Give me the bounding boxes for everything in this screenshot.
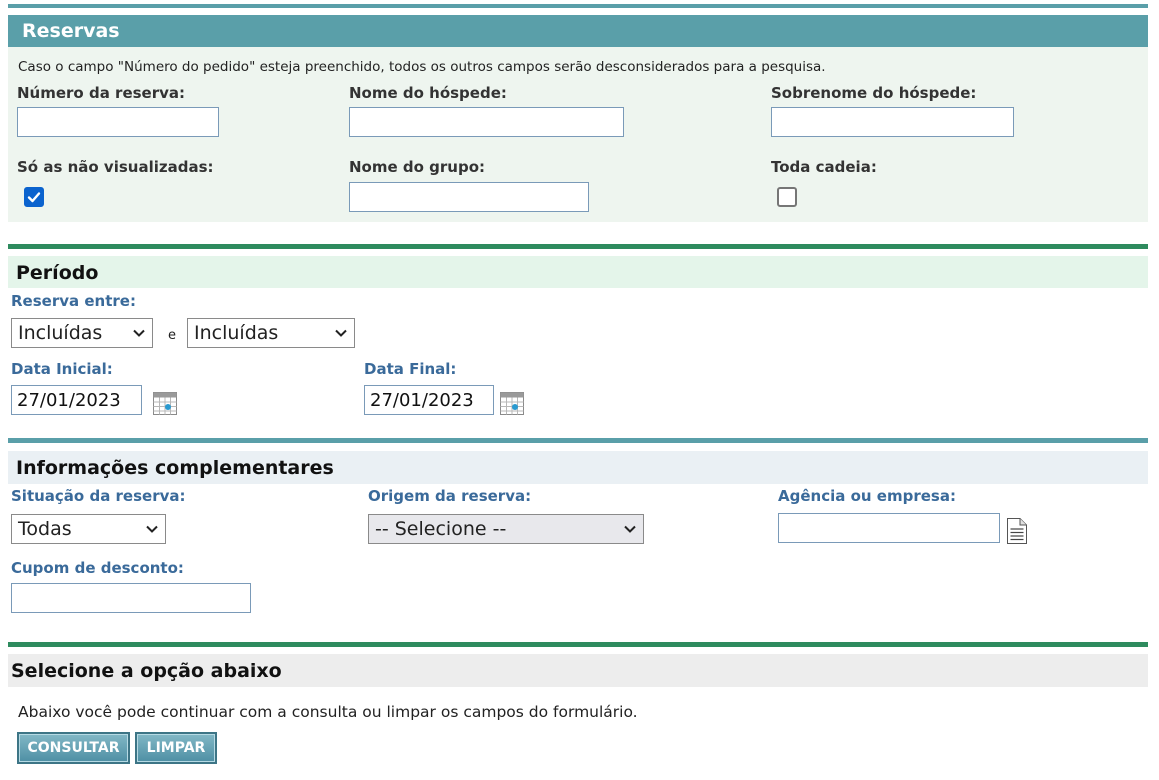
numero-reserva-label: Número da reserva: [17,84,186,102]
limpar-button[interactable]: LIMPAR [135,732,217,764]
origem-reserva-label: Origem da reserva: [368,487,532,505]
data-final-input[interactable] [364,385,494,415]
toda-cadeia-checkbox[interactable] [777,187,797,207]
complementares-divider [8,438,1148,443]
numero-reserva-input[interactable] [17,107,219,137]
top-accent-line [8,4,1148,8]
reserva-entre-select-1[interactable]: Incluídas [11,318,153,348]
periodo-divider [8,244,1148,249]
data-inicial-label: Data Inicial: [11,360,113,378]
periodo-header: Período [8,256,1148,288]
reserva-entre-select-2-value: Incluídas [194,322,279,344]
toda-cadeia-label: Toda cadeia: [771,158,877,176]
nao-visualizadas-checkbox[interactable] [24,187,44,207]
data-final-label: Data Final: [364,360,457,378]
reservas-title: Reservas [22,20,120,42]
chevron-down-icon [624,525,636,533]
acoes-header: Selecione a opção abaixo [8,654,1148,687]
chevron-down-icon [146,525,158,533]
acoes-divider [8,642,1148,647]
origem-reserva-select-value: -- Selecione -- [375,518,507,540]
cupom-desconto-input[interactable] [11,583,251,613]
situacao-reserva-label: Situação da reserva: [11,487,186,505]
calendar-icon[interactable] [152,390,178,416]
nao-visualizadas-label: Só as não visualizadas: [17,158,214,176]
chevron-down-icon [335,329,347,337]
acoes-title: Selecione a opção abaixo [11,660,282,682]
agencia-empresa-label: Agência ou empresa: [778,487,956,505]
periodo-title: Período [16,262,99,284]
cupom-desconto-label: Cupom de desconto: [11,559,184,577]
sobrenome-hospede-input[interactable] [771,107,1014,137]
sobrenome-hospede-label: Sobrenome do hóspede: [771,84,977,102]
reservas-notice: Caso o campo "Número do pedido" esteja p… [18,59,826,75]
complementares-header: Informações complementares [8,451,1148,484]
data-inicial-input[interactable] [11,385,142,415]
situacao-reserva-select-value: Todas [18,518,72,540]
origem-reserva-select[interactable]: -- Selecione -- [368,514,644,544]
chevron-down-icon [133,329,145,337]
complementares-title: Informações complementares [16,457,334,479]
situacao-reserva-select[interactable]: Todas [11,514,166,544]
checkmark-icon [27,192,41,203]
consultar-button[interactable]: CONSULTAR [17,732,130,764]
document-lookup-icon[interactable] [1005,517,1029,545]
calendar-icon[interactable] [499,390,525,416]
reserva-entre-select-1-value: Incluídas [18,322,103,344]
acoes-description: Abaixo você pode continuar com a consult… [18,703,638,721]
reserva-entre-conjunction: e [168,328,176,343]
nome-hospede-label: Nome do hóspede: [349,84,507,102]
nome-grupo-label: Nome do grupo: [349,158,486,176]
nome-hospede-input[interactable] [349,107,624,137]
reserva-entre-select-2[interactable]: Incluídas [187,318,355,348]
agencia-empresa-input[interactable] [778,513,1000,543]
reservas-header: Reservas [8,15,1148,47]
nome-grupo-input[interactable] [349,182,589,212]
reserva-entre-label: Reserva entre: [11,292,136,310]
